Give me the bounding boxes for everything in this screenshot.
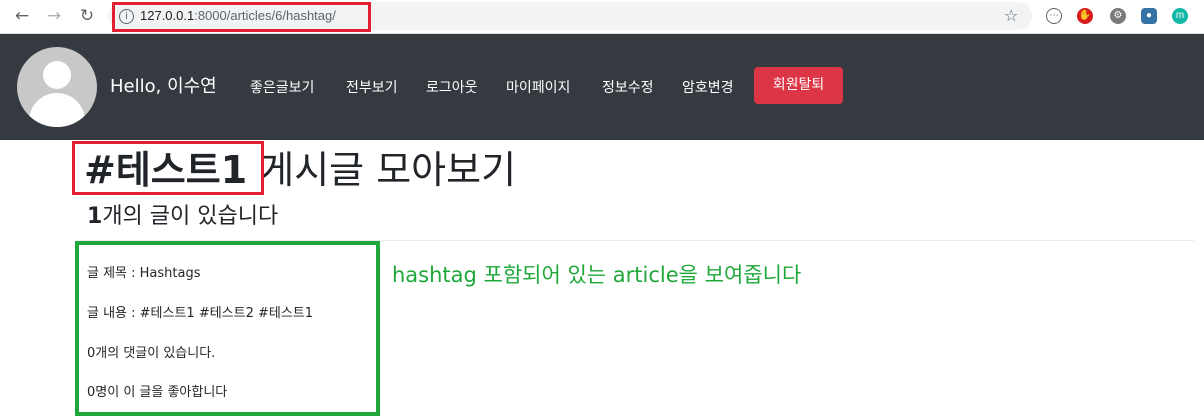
adblock-icon[interactable]: ✋ [1077, 8, 1093, 24]
withdraw-button[interactable]: 회원탈퇴 [754, 67, 843, 104]
post-count: 1개의 글이 있습니다 [87, 204, 279, 229]
article-title[interactable]: 글 제목 : Hashtags [87, 262, 201, 281]
article-content: 글 내용 : #테스트1 #테스트2 #테스트1 [87, 306, 314, 321]
forward-icon[interactable]: → [44, 6, 64, 26]
nav-link-all-posts[interactable]: 전부보기 [346, 77, 398, 97]
hashtag-highlight-box [72, 141, 264, 195]
article-likes: 0명이 이 글을 좋아합니다 [87, 385, 228, 400]
nav-link-good-posts[interactable]: 좋은글보기 [250, 77, 314, 97]
python-icon[interactable]: ● [1141, 8, 1157, 24]
reload-icon[interactable]: ↻ [77, 6, 97, 26]
nav-link-edit-info[interactable]: 정보수정 [602, 77, 654, 97]
url-highlight-box [112, 2, 371, 32]
nav-link-mypage[interactable]: 마이페이지 [506, 77, 570, 97]
navbar: Hello, 이수연 좋은글보기 전부보기 로그아웃 마이페이지 정보수정 암호… [0, 34, 1204, 140]
extension-icon[interactable]: ⋯ [1046, 8, 1062, 24]
article-comments: 0개의 댓글이 있습니다. [87, 346, 216, 361]
greeting: Hello, 이수연 [110, 76, 217, 97]
settings-extension-icon[interactable]: ⚙ [1110, 8, 1126, 24]
nav-link-logout[interactable]: 로그아웃 [426, 77, 478, 97]
avatar [17, 47, 97, 127]
nav-link-change-password[interactable]: 암호변경 [682, 77, 734, 97]
browser-toolbar: ← → ↻ i 127.0.0.1:8000/articles/6/hashta… [0, 0, 1204, 34]
annotation-note: hashtag 포함되어 있는 article을 보여줍니다 [392, 263, 802, 287]
profile-icon[interactable]: m [1172, 8, 1188, 24]
bookmark-star-icon[interactable]: ☆ [1004, 6, 1018, 25]
back-icon[interactable]: ← [12, 6, 32, 26]
